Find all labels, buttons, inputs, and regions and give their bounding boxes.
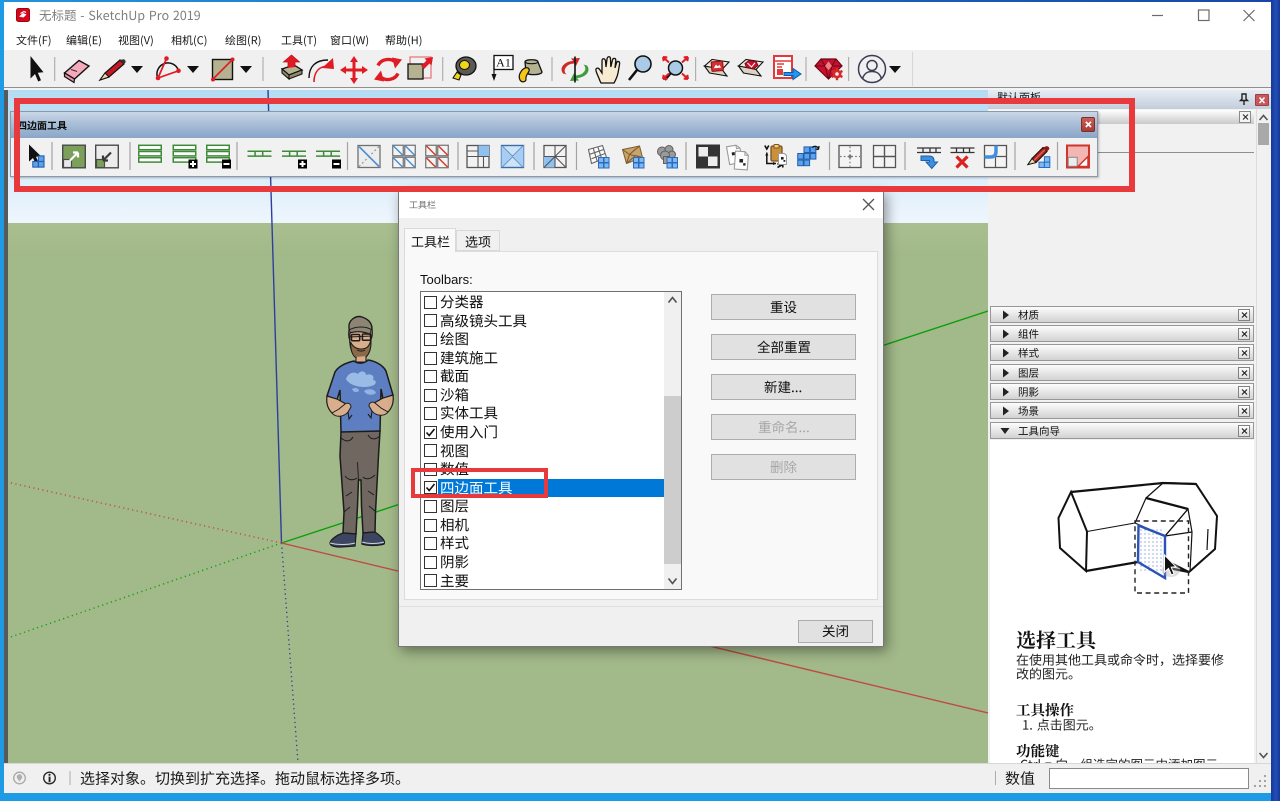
- svg-text:A1: A1: [496, 56, 511, 70]
